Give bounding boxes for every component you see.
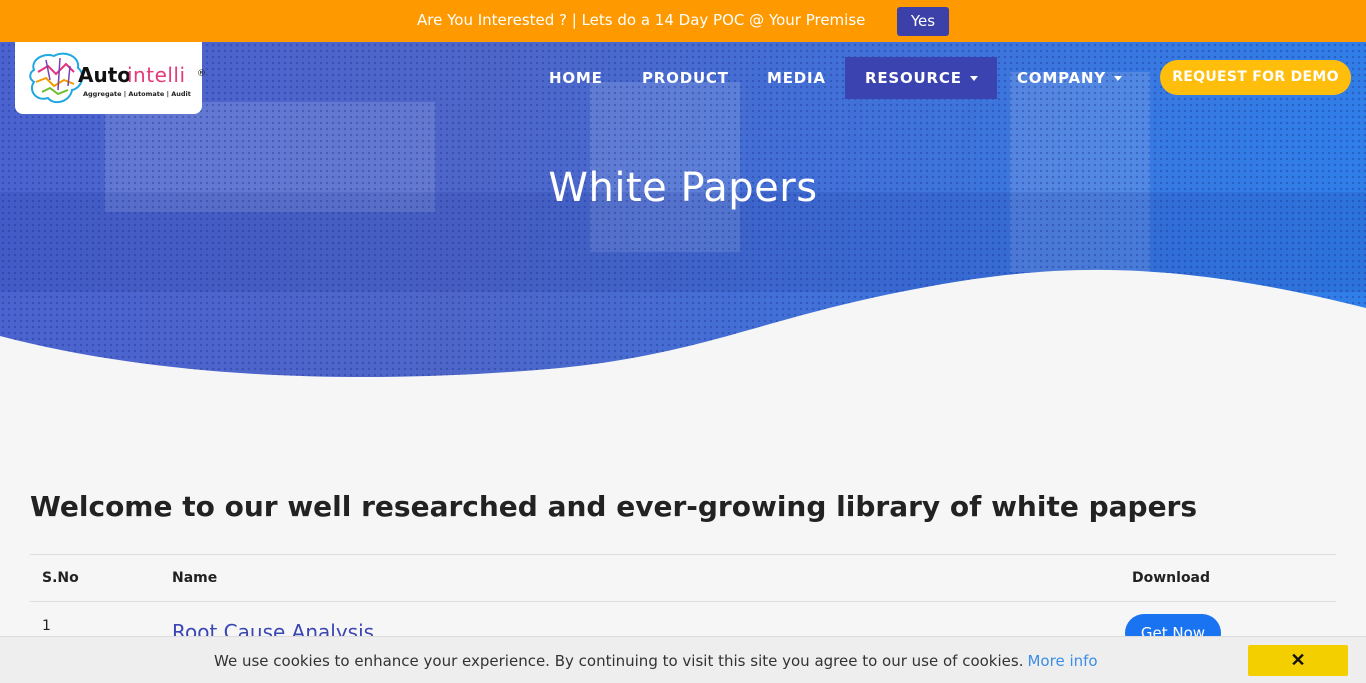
table-top-rule (30, 554, 1336, 555)
cookie-bar: We use cookies to enhance your experienc… (0, 636, 1366, 683)
logo[interactable]: Auto intelli ® Aggregate | Automate | Au… (15, 42, 206, 114)
page-title: White Papers (548, 165, 818, 211)
logo-text-auto: Auto (78, 63, 132, 87)
brain-icon (29, 52, 84, 104)
nav-media[interactable]: MEDIA (747, 57, 846, 99)
cookie-message: We use cookies to enhance your experienc… (214, 652, 1098, 670)
nav-company-label: COMPANY (1017, 69, 1106, 87)
nav-home[interactable]: HOME (529, 57, 623, 99)
hero-wave (0, 269, 1366, 382)
nav-resource[interactable]: RESOURCE (845, 57, 997, 99)
cookie-text: We use cookies to enhance your experienc… (214, 652, 1024, 670)
request-demo-button[interactable]: REQUEST FOR DEMO (1160, 60, 1351, 95)
promo-yes-button[interactable]: Yes (897, 7, 949, 36)
close-icon: ✕ (1290, 650, 1306, 670)
logo-text-intelli: intelli (127, 63, 186, 87)
close-cookie-button[interactable]: ✕ (1248, 645, 1348, 676)
intro-heading: Welcome to our well researched and ever-… (30, 490, 1198, 523)
nav-company[interactable]: COMPANY (997, 57, 1142, 99)
nav-resource-label: RESOURCE (865, 69, 962, 87)
registered-mark: ® (197, 69, 206, 79)
promo-bar: Are You Interested ? | Lets do a 14 Day … (0, 0, 1366, 42)
promo-text: Are You Interested ? | Lets do a 14 Day … (417, 11, 866, 29)
row-number: 1 (42, 618, 51, 634)
logo-tagline: Aggregate | Automate | Audit (83, 90, 191, 98)
caret-down-icon (969, 76, 978, 81)
header-download: Download (1132, 570, 1211, 586)
header-name: Name (172, 570, 218, 586)
more-info-link[interactable]: More info (1027, 652, 1097, 670)
table-header-rule (30, 601, 1336, 602)
nav-product[interactable]: PRODUCT (622, 57, 749, 99)
caret-down-icon (1113, 76, 1122, 81)
header-sno: S.No (42, 570, 79, 586)
